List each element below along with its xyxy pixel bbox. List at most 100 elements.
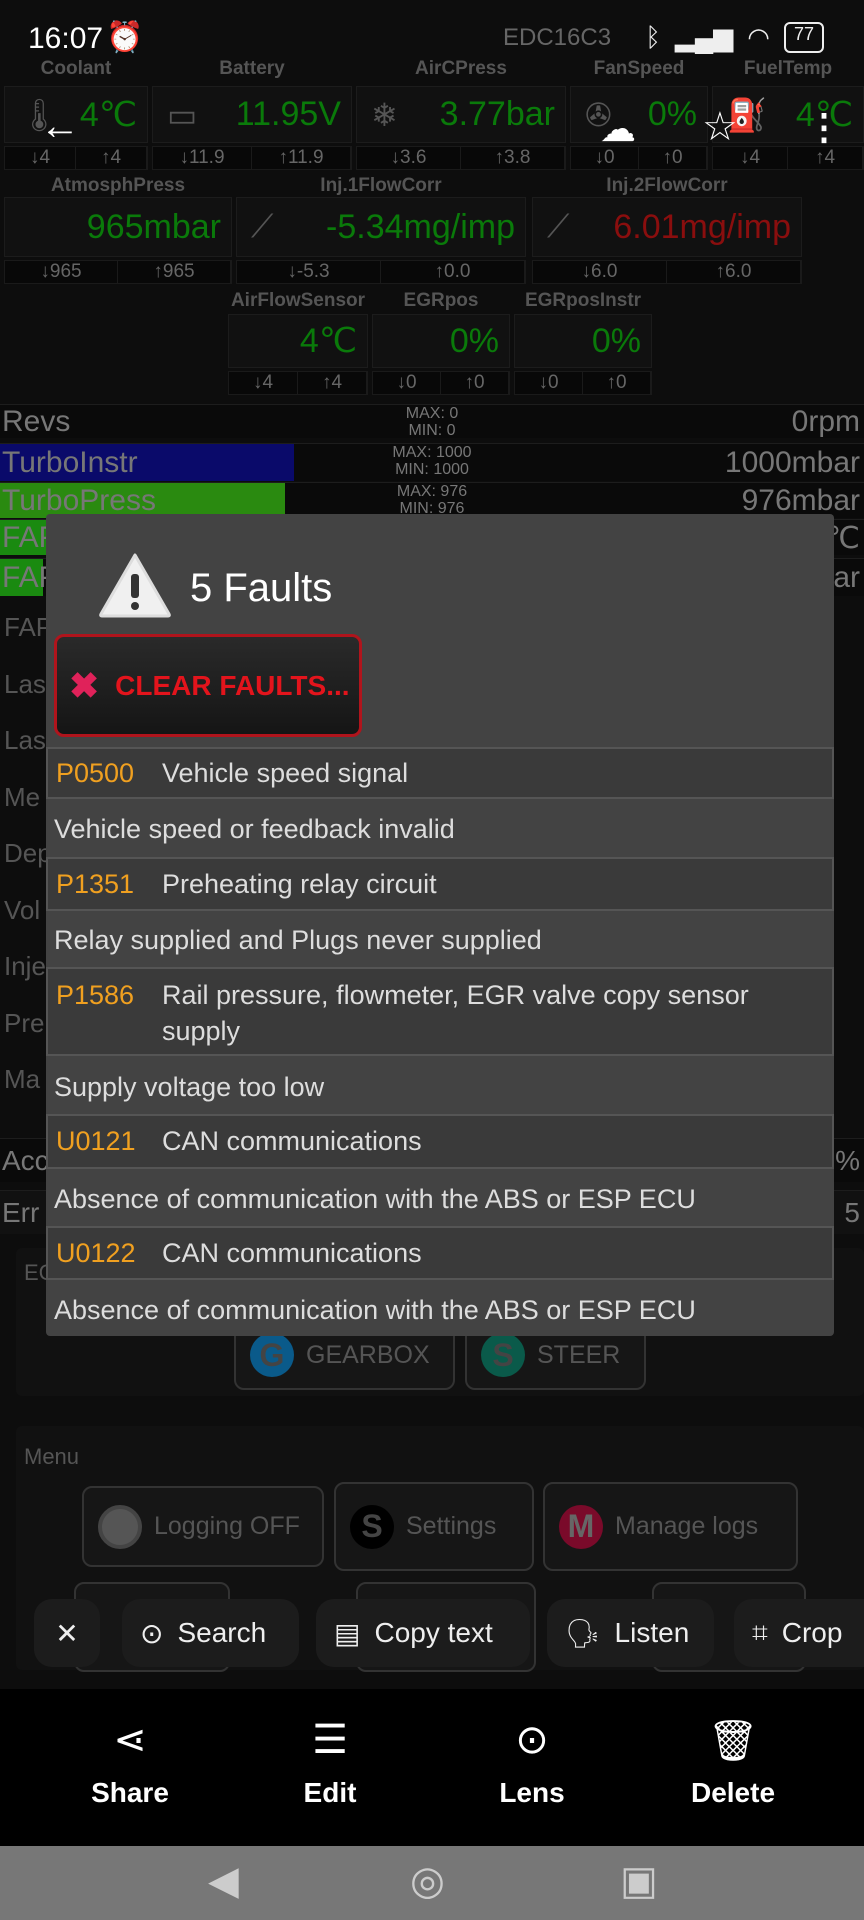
bar-value: 1000mbar bbox=[724, 446, 860, 479]
fault-name: Vehicle speed signal bbox=[162, 757, 409, 788]
gauge-egrpos[interactable]: 0% bbox=[372, 314, 510, 368]
bar-value: 5 bbox=[844, 1197, 860, 1228]
min-value: ↓-5.3 bbox=[237, 261, 381, 283]
fault-code: U0122 bbox=[56, 1237, 136, 1268]
gauge-inj2flowcorr[interactable]: ⟋ 6.01mg/imp bbox=[532, 197, 802, 257]
gauge-label: EGRposInstr bbox=[524, 290, 642, 311]
dialog-title: 5 Faults bbox=[190, 566, 333, 610]
lens-search-icon: ⊙ bbox=[140, 1617, 164, 1649]
bar-turbopress: TurboPress MAX: 976 MIN: 976 976mbar bbox=[0, 482, 864, 518]
lens-button[interactable]: ⊙ Lens bbox=[462, 1717, 602, 1809]
search-chip[interactable]: ⊙ Search bbox=[122, 1599, 299, 1667]
bar-max: MAX: 976 bbox=[396, 483, 468, 500]
gauge-label: AirFlowSensor bbox=[230, 290, 366, 311]
fault-row[interactable]: P1586 Rail pressure, flowmeter, EGR valve… bbox=[46, 967, 834, 1056]
gauge-min-max: ↓11.9 ↑11.9 bbox=[152, 146, 352, 170]
gauge-label: Battery bbox=[219, 58, 285, 79]
snowflake-icon: ❄ bbox=[371, 96, 398, 133]
gauge-battery[interactable]: ▭ 11.95V bbox=[152, 86, 352, 143]
gauge-label: Inj.2FlowCorr bbox=[606, 175, 728, 196]
copy-text-label: Copy text bbox=[374, 1617, 493, 1648]
max-value: ↑0 bbox=[441, 372, 509, 394]
gauge-value: 0% bbox=[647, 95, 697, 133]
bar-max-min: MAX: 976 MIN: 976 bbox=[0, 483, 864, 517]
alarm-icon: ⏰ bbox=[106, 21, 144, 54]
max-value: ↑4 bbox=[76, 147, 147, 169]
crop-label: Crop bbox=[781, 1617, 843, 1648]
injector-icon: ⟋ bbox=[547, 208, 570, 244]
listen-icon: 🗣 bbox=[565, 1617, 601, 1649]
gauge-min-max: ↓4 ↑4 bbox=[228, 371, 368, 395]
gauge-min-max: ↓-5.3 ↑0.0 bbox=[236, 260, 526, 284]
steer-icon: S bbox=[481, 1333, 525, 1377]
cloud-upload-icon[interactable]: ☁ bbox=[600, 108, 636, 150]
gauge-min-max: ↓6.0 ↑6.0 bbox=[532, 260, 802, 284]
fault-detail: Supply voltage too low bbox=[54, 1071, 325, 1102]
min-value: ↓6.0 bbox=[533, 261, 667, 283]
gauge-min-max: ↓3.6 ↑3.8 bbox=[356, 146, 566, 170]
gauge-label: FuelTemp bbox=[743, 58, 833, 79]
gauge-egrposinstr[interactable]: 0% bbox=[514, 314, 652, 368]
warning-icon bbox=[99, 553, 171, 618]
delete-button[interactable]: 🗑 Delete bbox=[663, 1717, 803, 1809]
gauge-label: Inj.1FlowCorr bbox=[320, 175, 442, 196]
gauge-value: 0% bbox=[591, 321, 641, 360]
crop-chip[interactable]: ⌗ Crop bbox=[734, 1599, 864, 1667]
fault-detail: Relay supplied and Plugs never supplied bbox=[54, 925, 542, 955]
max-value: ↑3.8 bbox=[461, 147, 565, 169]
copy-text-chip[interactable]: ▤ Copy text bbox=[316, 1599, 530, 1667]
manage-logs-label: Manage logs bbox=[615, 1512, 759, 1540]
fault-row[interactable]: U0122 CAN communications bbox=[46, 1226, 834, 1280]
logging-button[interactable]: Logging OFF bbox=[82, 1486, 324, 1567]
crop-icon: ⌗ bbox=[752, 1616, 768, 1648]
document-icon: ▤ bbox=[334, 1617, 361, 1649]
max-value: ↑0 bbox=[583, 372, 651, 394]
fault-row[interactable]: P1351 Preheating relay circuit bbox=[46, 857, 834, 911]
gauge-value: 4℃ bbox=[299, 322, 357, 360]
gauge-inj1flowcorr[interactable]: ⟋ -5.34mg/imp bbox=[236, 197, 526, 257]
fault-name: CAN communications bbox=[162, 1126, 422, 1156]
fault-detail: Vehicle speed or feedback invalid bbox=[54, 813, 455, 844]
fault-name: Rail pressure, flowmeter, EGR valve copy… bbox=[162, 980, 749, 1046]
ecu-label: EDC16C3 bbox=[503, 24, 612, 51]
min-value: ↓11.9 bbox=[153, 147, 252, 169]
back-arrow-icon[interactable]: ← bbox=[40, 104, 80, 149]
edit-label: Edit bbox=[303, 1777, 357, 1808]
action-bar: ⋖ Share ☰ Edit ⊙ Lens 🗑 Delete bbox=[0, 1689, 864, 1846]
system-icons: ᛒ ▂▄▆ ◠ 77 bbox=[645, 22, 824, 53]
gauge-aircpress[interactable]: ❄ 3.77bar bbox=[356, 86, 566, 143]
manage-logs-button[interactable]: M Manage logs bbox=[543, 1482, 798, 1571]
steer-label: STEER bbox=[537, 1340, 621, 1369]
home-nav-icon[interactable]: ◎ bbox=[410, 1858, 445, 1904]
bar-max: MAX: 0 bbox=[405, 405, 459, 422]
edit-button[interactable]: ☰ Edit bbox=[260, 1717, 400, 1809]
gauge-min-max: ↓4 ↑4 bbox=[4, 146, 148, 170]
gauge-value: 4℃ bbox=[79, 95, 137, 134]
menu-label: Menu bbox=[24, 1444, 80, 1469]
gauge-fanspeed[interactable]: ✇ 0% bbox=[570, 86, 708, 143]
close-chip[interactable]: ✕ bbox=[34, 1599, 100, 1667]
gauge-airflowsensor[interactable]: 4℃ bbox=[228, 314, 368, 368]
lens-icon: ⊙ bbox=[515, 1718, 549, 1762]
min-value: ↓4 bbox=[5, 147, 76, 169]
bluetooth-icon: ᛒ bbox=[645, 22, 661, 52]
gauge-value: 6.01mg/imp bbox=[613, 207, 791, 246]
fault-row[interactable]: P0500 Vehicle speed signal bbox=[46, 747, 834, 799]
recents-nav-icon[interactable]: ▣ bbox=[620, 1858, 658, 1904]
back-nav-icon[interactable]: ◀ bbox=[208, 1858, 239, 1904]
min-value: ↓0 bbox=[515, 372, 583, 394]
clear-faults-label: CLEAR FAULTS... bbox=[115, 669, 350, 701]
bar-label: Err bbox=[2, 1197, 40, 1228]
fault-code: P1351 bbox=[56, 868, 135, 899]
star-icon[interactable]: ☆ bbox=[702, 104, 738, 150]
gauge-min-max: ↓0 ↑0 bbox=[570, 146, 708, 170]
listen-chip[interactable]: 🗣 Listen bbox=[547, 1599, 714, 1667]
share-button[interactable]: ⋖ Share bbox=[60, 1717, 200, 1809]
gauge-atmosphpress[interactable]: 965mbar bbox=[4, 197, 232, 257]
clear-faults-button[interactable]: ✖ CLEAR FAULTS... bbox=[54, 634, 362, 737]
signal-icon: ▂▄▆ bbox=[674, 22, 734, 52]
min-value: ↓0 bbox=[373, 372, 441, 394]
more-options-icon[interactable]: ⋮ bbox=[806, 106, 842, 148]
fault-row[interactable]: U0121 CAN communications bbox=[46, 1114, 834, 1169]
settings-button[interactable]: S Settings bbox=[334, 1482, 534, 1571]
